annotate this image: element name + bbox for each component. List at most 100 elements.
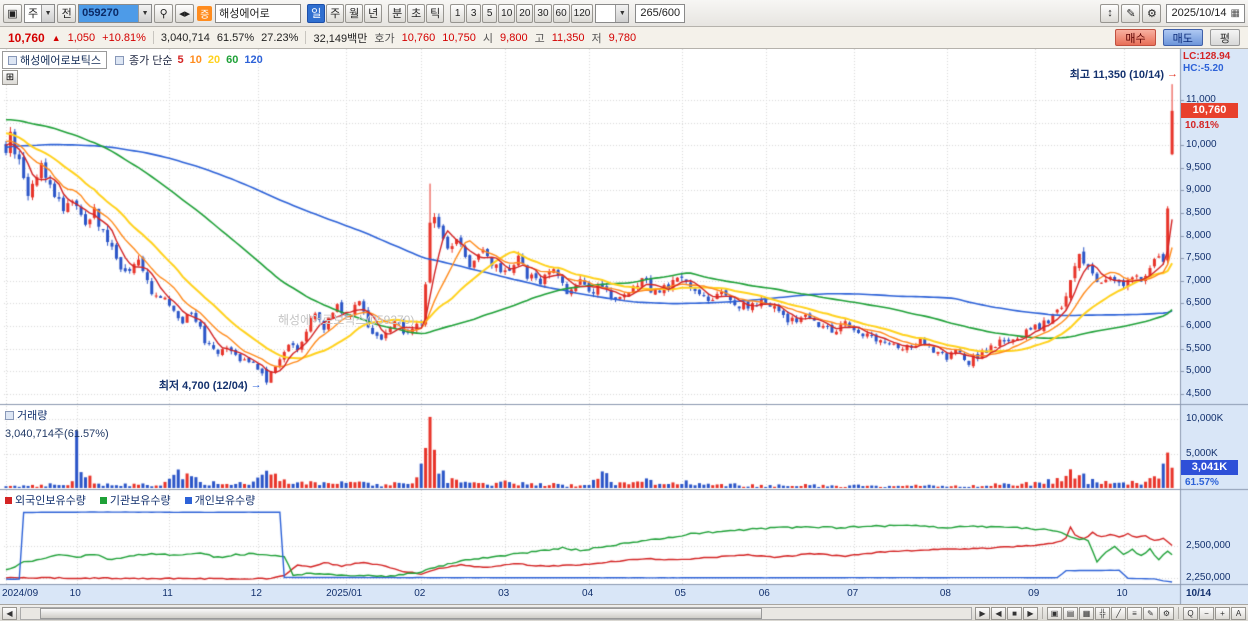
stock-name-input[interactable]: 해성에어로 xyxy=(215,3,302,23)
zoom-out-icon[interactable]: − xyxy=(1199,606,1214,620)
divider xyxy=(152,31,154,44)
pattern-icon[interactable]: ▤ xyxy=(1063,606,1078,620)
period-button-3[interactable]: 년 xyxy=(364,3,383,23)
turnover-rate: 61.57% xyxy=(216,31,255,44)
period-button-2[interactable]: 월 xyxy=(345,3,364,23)
volume-value: 3,040,714 xyxy=(160,31,210,44)
period-button-0[interactable]: 일 xyxy=(307,3,326,23)
search-icon[interactable]: ⚲ xyxy=(154,3,174,23)
avg-button[interactable]: 평 xyxy=(1209,29,1240,46)
grid-tool-icon[interactable]: ⊞ xyxy=(2,70,18,85)
foreign-holdings-icon xyxy=(5,496,12,504)
quote-bar: 10,760 ▲ 1,050 +10.81% 3,040,714 61.57% … xyxy=(0,27,1248,49)
subperiod-button-0[interactable]: 분 xyxy=(388,3,407,23)
open-price: 9,800 xyxy=(500,31,528,44)
current-price-badge: 10,760 xyxy=(1181,102,1238,118)
interval-button-1[interactable]: 1 xyxy=(450,3,466,23)
grid-icon[interactable]: ▦ xyxy=(1079,606,1094,620)
date-input[interactable]: 2025/10/14 ▦ xyxy=(1166,3,1245,23)
interval-button-60[interactable]: 60 xyxy=(552,3,570,23)
interval-button-120[interactable]: 120 xyxy=(570,3,594,23)
stock-code-input[interactable]: 059270 ▼ xyxy=(78,3,153,23)
zoom-select-icon[interactable]: ▣ xyxy=(1047,606,1062,620)
playback-buttons: ◀ ■ ▶ xyxy=(991,606,1038,620)
scroll-left-icon[interactable]: ◀ xyxy=(2,606,17,620)
low-price: 9,780 xyxy=(608,31,637,44)
price-axis-label: 5,500 xyxy=(1186,342,1212,354)
chart-canvas[interactable] xyxy=(0,49,1248,604)
ma-period-60: 60 xyxy=(226,54,239,66)
chart-title-text: 해성에어로보틱스 xyxy=(20,55,101,67)
price-change-pct: +10.81% xyxy=(102,31,146,44)
stock-type-value: 주 xyxy=(28,8,39,20)
ownership-axis-label: 2,500,000 xyxy=(1186,540,1231,551)
volume-label: 거래량 xyxy=(17,410,48,422)
ask-price: 10,760 xyxy=(401,31,436,44)
magnifier-icon[interactable]: Q xyxy=(1183,606,1198,620)
xaxis-label: 10 xyxy=(1116,588,1128,599)
stock-type-select[interactable]: 주 ▼ xyxy=(24,3,56,23)
gear-icon[interactable]: ⚙ xyxy=(1142,3,1162,23)
zoom-in-icon[interactable]: + xyxy=(1215,606,1230,620)
period-button-1[interactable]: 주 xyxy=(326,3,345,23)
divider xyxy=(1042,607,1043,619)
trendline-icon[interactable]: ╱ xyxy=(1111,606,1126,620)
subperiod-button-1[interactable]: 초 xyxy=(407,3,426,23)
ma-period-120: 120 xyxy=(244,54,263,66)
interval-button-20[interactable]: 20 xyxy=(516,3,534,23)
draw-icon[interactable]: ✎ xyxy=(1121,3,1141,23)
bid-price: 10,750 xyxy=(442,31,476,44)
price-axis-label: 9,000 xyxy=(1186,184,1212,196)
price-axis-label: 7,500 xyxy=(1186,252,1212,264)
price-axis-label: 6,000 xyxy=(1186,320,1212,331)
swap-axis-icon[interactable]: ↕ xyxy=(1100,3,1120,23)
fibonacci-icon[interactable]: ≡ xyxy=(1127,606,1142,620)
buy-button[interactable]: 매수 xyxy=(1115,29,1156,46)
interval-button-5[interactable]: 5 xyxy=(482,3,498,23)
interval-button-30[interactable]: 30 xyxy=(534,3,552,23)
legend-icon xyxy=(114,55,124,65)
price-axis-label: 10,000 xyxy=(1186,139,1217,151)
chart-tool-buttons: ▣ ▤ ▦ ╬ ╱ ≡ ✎ ⚙ xyxy=(1047,606,1174,620)
subperiod-button-2[interactable]: 틱 xyxy=(426,3,445,23)
bar-counter[interactable]: 265/600 xyxy=(635,3,686,23)
xaxis-label: 06 xyxy=(758,588,770,599)
interval-select[interactable]: ▼ xyxy=(595,3,630,23)
xaxis-label: 12 xyxy=(250,588,262,599)
legend-foreign: 외국인보유수량 xyxy=(5,492,86,508)
scrollbar-thumb[interactable] xyxy=(40,607,762,619)
scroll-right-icon[interactable]: ▶ xyxy=(975,606,990,620)
legend-institution-label: 기관보유수량 xyxy=(109,495,171,507)
chart-scrollbar[interactable] xyxy=(20,606,972,620)
edit-icon[interactable]: ✎ xyxy=(1143,606,1158,620)
volume-axis-label: 5,000K xyxy=(1186,448,1218,459)
price-axis-label: 4,500 xyxy=(1186,387,1212,399)
divider xyxy=(305,31,307,44)
subperiod-buttons: 분초틱 xyxy=(388,3,445,23)
window-menu-icon[interactable]: ▣ xyxy=(3,3,22,23)
sell-button[interactable]: 매도 xyxy=(1162,29,1203,46)
price-axis-label: 9,500 xyxy=(1186,161,1212,173)
stop-icon[interactable]: ■ xyxy=(1007,606,1022,620)
low-annotation: 최저 4,700 (12/04) → xyxy=(159,377,262,393)
interval-button-3[interactable]: 3 xyxy=(466,3,482,23)
crosshair-icon[interactable]: ╬ xyxy=(1095,606,1110,620)
chart-title[interactable]: 해성에어로보틱스 xyxy=(2,51,107,69)
xaxis-label: 10 xyxy=(69,588,81,599)
current-price: 10,760 xyxy=(8,30,45,45)
prev-stock-button[interactable]: 전 xyxy=(57,3,77,23)
hc-value: HC:-5.20 xyxy=(1183,63,1224,74)
lc-hc-readout: LC:128.94 HC:-5.20 xyxy=(1183,51,1230,75)
interval-button-10[interactable]: 10 xyxy=(498,3,516,23)
xaxis-label: 11 xyxy=(162,588,173,599)
prev-next-stock-icon[interactable]: ◂▸ xyxy=(175,3,195,23)
tool-gear-icon[interactable]: ⚙ xyxy=(1159,606,1174,620)
float-rate: 27.23% xyxy=(261,31,299,44)
xaxis-label: 2025/01 xyxy=(326,588,363,599)
ma-period-10: 10 xyxy=(189,54,202,66)
step-back-icon[interactable]: ◀ xyxy=(991,606,1006,620)
step-forward-icon[interactable]: ▶ xyxy=(1023,606,1038,620)
price-axis-label: 6,500 xyxy=(1186,297,1212,309)
auto-scale-icon[interactable]: A xyxy=(1231,606,1246,620)
ownership-axis-label: 2,250,000 xyxy=(1186,571,1231,583)
